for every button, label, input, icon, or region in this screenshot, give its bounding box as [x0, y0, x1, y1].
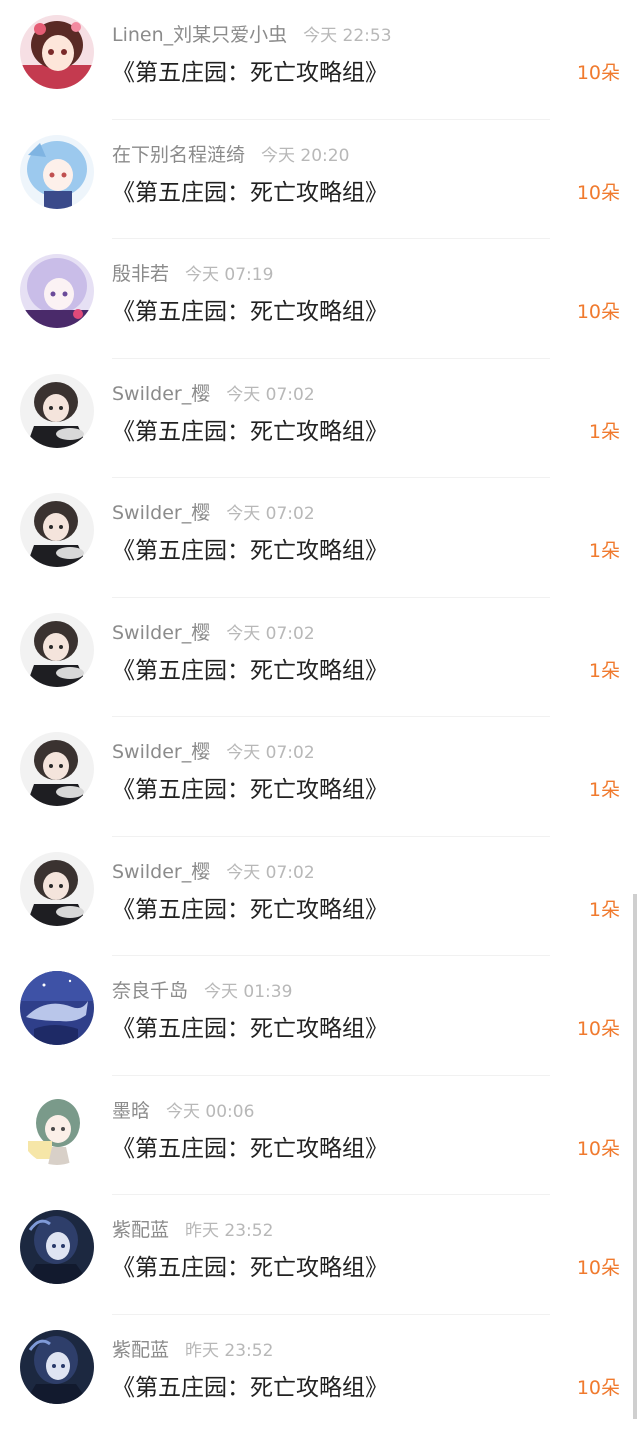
book-title[interactable]: 《第五庄园：死亡攻略组》	[112, 892, 388, 928]
book-title[interactable]: 《第五庄园：死亡攻略组》	[112, 1370, 388, 1406]
flower-count: 10朵	[577, 1014, 620, 1044]
book-title[interactable]: 《第五庄园：死亡攻略组》	[112, 294, 388, 330]
blue-dark-character-avatar-icon[interactable]	[20, 1210, 94, 1284]
dark-hair-boy-avatar-icon[interactable]	[20, 732, 94, 806]
list-item[interactable]: 殷非若今天 07:19 《第五庄园：死亡攻略组》 10朵	[0, 239, 640, 359]
timestamp: 今天 07:02	[226, 624, 314, 644]
username[interactable]: Linen_刘某只爱小虫	[112, 24, 287, 46]
flower-count: 1朵	[589, 536, 620, 566]
blue-whale-avatar-icon[interactable]	[20, 971, 94, 1045]
gift-record-list: Linen_刘某只爱小虫今天 22:53 《第五庄园：死亡攻略组》 10朵 在下…	[0, 0, 640, 1434]
list-item[interactable]: Swilder_樱今天 07:02 《第五庄园：死亡攻略组》 1朵	[0, 837, 640, 957]
book-title[interactable]: 《第五庄园：死亡攻略组》	[112, 533, 388, 569]
username[interactable]: 墨晗	[112, 1100, 150, 1122]
username[interactable]: 在下别名程涟绮	[112, 144, 245, 166]
blue-hair-girl-avatar-icon[interactable]	[20, 135, 94, 209]
timestamp: 昨天 23:52	[185, 1341, 273, 1361]
scrollbar[interactable]	[633, 894, 637, 1419]
book-title[interactable]: 《第五庄园：死亡攻略组》	[112, 772, 388, 808]
timestamp: 今天 07:02	[226, 743, 314, 763]
flower-count: 10朵	[577, 1373, 620, 1403]
flower-count: 1朵	[589, 656, 620, 686]
timestamp: 今天 07:02	[226, 504, 314, 524]
book-title[interactable]: 《第五庄园：死亡攻略组》	[112, 55, 388, 91]
flower-count: 1朵	[589, 417, 620, 447]
list-item[interactable]: 奈良千岛今天 01:39 《第五庄园：死亡攻略组》 10朵	[0, 956, 640, 1076]
green-hair-girl-avatar-icon[interactable]	[20, 1091, 94, 1165]
blue-dark-character-avatar-icon[interactable]	[20, 1330, 94, 1404]
flower-count: 1朵	[589, 895, 620, 925]
timestamp: 今天 20:20	[261, 146, 349, 166]
pink-hair-girl-avatar-icon[interactable]	[20, 15, 94, 89]
dark-hair-boy-avatar-icon[interactable]	[20, 493, 94, 567]
flower-count: 10朵	[577, 178, 620, 208]
book-title[interactable]: 《第五庄园：死亡攻略组》	[112, 1011, 388, 1047]
timestamp: 今天 22:53	[303, 26, 391, 46]
username[interactable]: Swilder_樱	[112, 502, 210, 524]
timestamp: 今天 07:02	[226, 385, 314, 405]
list-item[interactable]: 墨晗今天 00:06 《第五庄园：死亡攻略组》 10朵	[0, 1076, 640, 1196]
book-title[interactable]: 《第五庄园：死亡攻略组》	[112, 175, 388, 211]
dark-hair-boy-avatar-icon[interactable]	[20, 374, 94, 448]
flower-count: 10朵	[577, 297, 620, 327]
username[interactable]: Swilder_樱	[112, 383, 210, 405]
list-item[interactable]: Swilder_樱今天 07:02 《第五庄园：死亡攻略组》 1朵	[0, 478, 640, 598]
username[interactable]: Swilder_樱	[112, 622, 210, 644]
book-title[interactable]: 《第五庄园：死亡攻略组》	[112, 1131, 388, 1167]
timestamp: 今天 00:06	[166, 1102, 254, 1122]
timestamp: 今天 07:02	[226, 863, 314, 883]
username[interactable]: Swilder_樱	[112, 861, 210, 883]
book-title[interactable]: 《第五庄园：死亡攻略组》	[112, 414, 388, 450]
flower-count: 10朵	[577, 1134, 620, 1164]
username[interactable]: 紫配蓝	[112, 1219, 169, 1241]
timestamp: 今天 07:19	[185, 265, 273, 285]
list-item[interactable]: 紫配蓝昨天 23:52 《第五庄园：死亡攻略组》 10朵	[0, 1315, 640, 1434]
timestamp: 今天 01:39	[204, 982, 292, 1002]
book-title[interactable]: 《第五庄园：死亡攻略组》	[112, 1250, 388, 1286]
username[interactable]: 奈良千岛	[112, 980, 188, 1002]
dark-hair-boy-avatar-icon[interactable]	[20, 613, 94, 687]
username[interactable]: 殷非若	[112, 263, 169, 285]
username[interactable]: 紫配蓝	[112, 1339, 169, 1361]
book-title[interactable]: 《第五庄园：死亡攻略组》	[112, 653, 388, 689]
list-item[interactable]: Linen_刘某只爱小虫今天 22:53 《第五庄园：死亡攻略组》 10朵	[0, 0, 640, 120]
list-item[interactable]: 在下别名程涟绮今天 20:20 《第五庄园：死亡攻略组》 10朵	[0, 120, 640, 240]
list-item[interactable]: Swilder_樱今天 07:02 《第五庄园：死亡攻略组》 1朵	[0, 359, 640, 479]
flower-count: 10朵	[577, 1253, 620, 1283]
flower-count: 10朵	[577, 58, 620, 88]
list-item[interactable]: Swilder_樱今天 07:02 《第五庄园：死亡攻略组》 1朵	[0, 598, 640, 718]
lavender-hair-girl-avatar-icon[interactable]	[20, 254, 94, 328]
flower-count: 1朵	[589, 775, 620, 805]
username[interactable]: Swilder_樱	[112, 741, 210, 763]
list-item[interactable]: Swilder_樱今天 07:02 《第五庄园：死亡攻略组》 1朵	[0, 717, 640, 837]
list-item[interactable]: 紫配蓝昨天 23:52 《第五庄园：死亡攻略组》 10朵	[0, 1195, 640, 1315]
dark-hair-boy-avatar-icon[interactable]	[20, 852, 94, 926]
timestamp: 昨天 23:52	[185, 1221, 273, 1241]
